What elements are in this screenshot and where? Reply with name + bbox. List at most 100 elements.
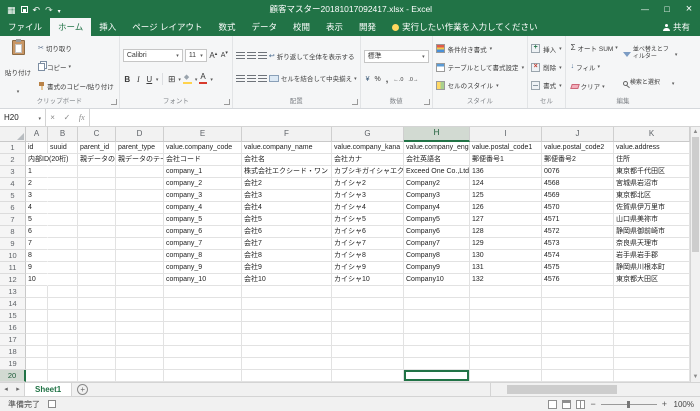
autosum-button[interactable]: オート SUM xyxy=(569,41,620,55)
cell-H17[interactable] xyxy=(404,334,470,346)
cell-F19[interactable] xyxy=(242,358,332,370)
merge-center-button[interactable]: セルを結合して中央揃え xyxy=(269,73,357,83)
number-format-combo[interactable]: 標準 xyxy=(364,50,429,63)
cell-C6[interactable] xyxy=(78,202,116,214)
cell-E3[interactable]: company_1 xyxy=(164,166,242,178)
cell-F12[interactable]: 会社10 xyxy=(242,274,332,286)
cell-I5[interactable]: 125 xyxy=(470,190,542,202)
formula-input[interactable] xyxy=(90,109,700,126)
cell-F14[interactable] xyxy=(242,298,332,310)
cell-G17[interactable] xyxy=(332,334,404,346)
cell-I9[interactable]: 129 xyxy=(470,238,542,250)
cell-G16[interactable] xyxy=(332,322,404,334)
sort-filter-button[interactable]: 並べ替えとフィルター xyxy=(623,47,678,61)
sheet-nav-right-icon[interactable] xyxy=(12,383,24,396)
cell-H8[interactable]: Company6 xyxy=(404,226,470,238)
zoom-in-button[interactable] xyxy=(662,399,667,409)
row-header-6[interactable]: 6 xyxy=(0,202,26,214)
cell-H13[interactable] xyxy=(404,286,470,298)
cell-D16[interactable] xyxy=(116,322,164,334)
cell-A14[interactable] xyxy=(26,298,48,310)
column-header-E[interactable]: E xyxy=(164,127,242,142)
tab-page-layout[interactable]: ページ レイアウト xyxy=(124,18,210,36)
cell-G9[interactable]: カイシャ7 xyxy=(332,238,404,250)
tell-me-box[interactable]: 実行したい作業を入力してください xyxy=(384,18,546,36)
cell-H18[interactable] xyxy=(404,346,470,358)
column-header-K[interactable]: K xyxy=(614,127,690,142)
cell-C18[interactable] xyxy=(78,346,116,358)
clipboard-dialog-launcher-icon[interactable] xyxy=(111,99,117,105)
cell-K19[interactable] xyxy=(614,358,690,370)
cell-A7[interactable]: 5 xyxy=(26,214,48,226)
cell-J6[interactable]: 4570 xyxy=(542,202,614,214)
cell-F1[interactable]: value.company_name xyxy=(242,142,332,154)
cell-K2[interactable]: 住所 xyxy=(614,154,690,166)
cell-I18[interactable] xyxy=(470,346,542,358)
cell-D7[interactable] xyxy=(116,214,164,226)
cell-K9[interactable]: 奈良県天理市 xyxy=(614,238,690,250)
row-header-2[interactable]: 2 xyxy=(0,154,26,166)
cell-I20[interactable] xyxy=(470,370,542,382)
tab-data[interactable]: データ xyxy=(244,18,286,36)
cell-F17[interactable] xyxy=(242,334,332,346)
cell-J20[interactable] xyxy=(542,370,614,382)
vertical-scrollbar[interactable]: ▲ ▼ xyxy=(690,127,700,382)
cell-C2[interactable]: 親データのID xyxy=(78,154,116,166)
cell-I4[interactable]: 124 xyxy=(470,178,542,190)
column-header-C[interactable]: C xyxy=(78,127,116,142)
cell-K4[interactable]: 宮城県岩沼市 xyxy=(614,178,690,190)
cell-J17[interactable] xyxy=(542,334,614,346)
cell-C4[interactable] xyxy=(78,178,116,190)
cell-J11[interactable]: 4575 xyxy=(542,262,614,274)
row-header-19[interactable]: 19 xyxy=(0,358,26,370)
cell-D2[interactable]: 親データのテーブル xyxy=(116,154,164,166)
macro-record-icon[interactable] xyxy=(48,400,56,408)
column-header-I[interactable]: I xyxy=(470,127,542,142)
cell-E12[interactable]: company_10 xyxy=(164,274,242,286)
align-middle-icon[interactable] xyxy=(247,52,256,59)
cell-B4[interactable] xyxy=(48,178,78,190)
cell-C12[interactable] xyxy=(78,274,116,286)
cell-C5[interactable] xyxy=(78,190,116,202)
cell-K8[interactable]: 静岡県御前崎市 xyxy=(614,226,690,238)
page-layout-view-button[interactable] xyxy=(562,400,571,409)
cell-F2[interactable]: 会社名 xyxy=(242,154,332,166)
cell-E14[interactable] xyxy=(164,298,242,310)
cell-J12[interactable]: 4576 xyxy=(542,274,614,286)
cell-F6[interactable]: 会社4 xyxy=(242,202,332,214)
horizontal-scroll-thumb[interactable] xyxy=(507,385,617,394)
cell-C13[interactable] xyxy=(78,286,116,298)
font-name-combo[interactable]: Calibri xyxy=(123,49,183,62)
cell-H1[interactable]: value.company_eng xyxy=(404,142,470,154)
cell-A10[interactable]: 8 xyxy=(26,250,48,262)
cell-G18[interactable] xyxy=(332,346,404,358)
cell-B9[interactable] xyxy=(48,238,78,250)
cell-D20[interactable] xyxy=(116,370,164,382)
select-all-button[interactable] xyxy=(0,127,26,142)
cell-K18[interactable] xyxy=(614,346,690,358)
column-header-D[interactable]: D xyxy=(116,127,164,142)
cancel-formula-icon[interactable] xyxy=(50,113,55,122)
vertical-scroll-track[interactable] xyxy=(691,137,700,372)
increase-decimal-button[interactable] xyxy=(393,76,403,83)
insert-cells-button[interactable]: 挿入 xyxy=(531,41,562,56)
row-header-8[interactable]: 8 xyxy=(0,226,26,238)
cell-D18[interactable] xyxy=(116,346,164,358)
cell-I3[interactable]: 136 xyxy=(470,166,542,178)
cell-K3[interactable]: 東京都千代田区 xyxy=(614,166,690,178)
cell-A3[interactable]: 1 xyxy=(26,166,48,178)
cell-H9[interactable]: Company7 xyxy=(404,238,470,250)
cell-A11[interactable]: 9 xyxy=(26,262,48,274)
tab-home[interactable]: ホーム xyxy=(50,18,91,36)
cell-A19[interactable] xyxy=(26,358,48,370)
cell-E6[interactable]: company_4 xyxy=(164,202,242,214)
row-header-17[interactable]: 17 xyxy=(0,334,26,346)
cell-E20[interactable] xyxy=(164,370,242,382)
cell-C1[interactable]: parent_id xyxy=(78,142,116,154)
column-header-A[interactable]: A xyxy=(26,127,48,142)
cell-B8[interactable] xyxy=(48,226,78,238)
column-header-H[interactable]: H xyxy=(404,127,470,142)
cell-J18[interactable] xyxy=(542,346,614,358)
cell-I14[interactable] xyxy=(470,298,542,310)
row-header-16[interactable]: 16 xyxy=(0,322,26,334)
